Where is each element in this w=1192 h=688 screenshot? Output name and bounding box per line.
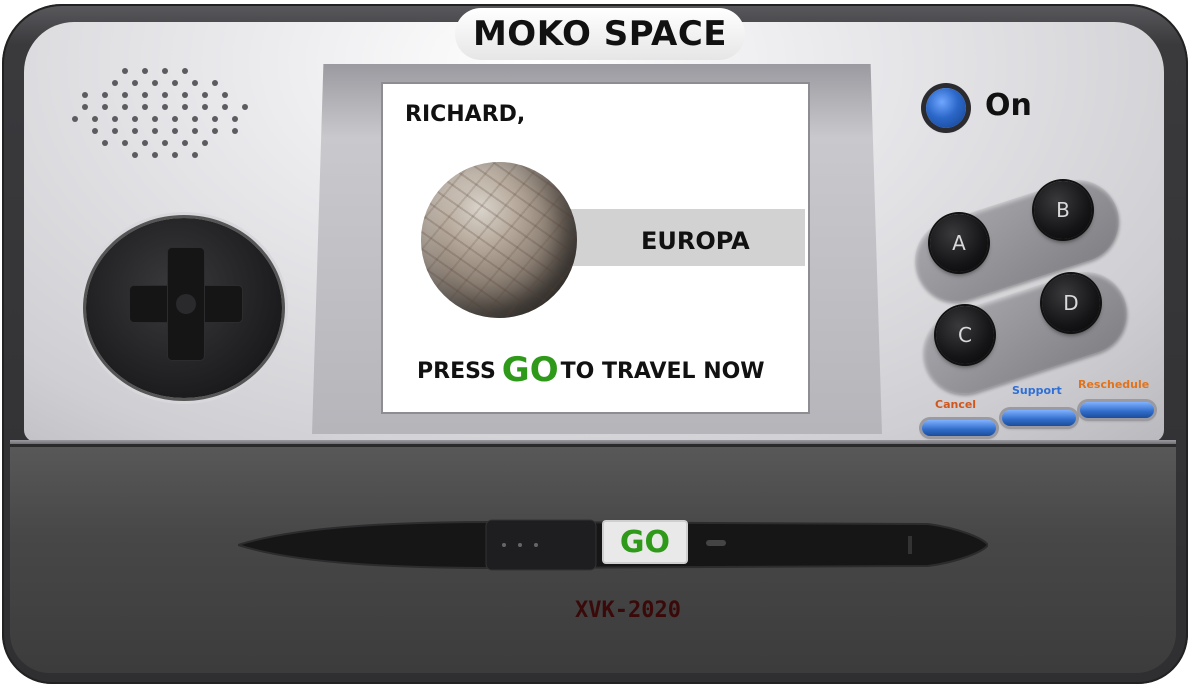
speaker-hole — [132, 152, 138, 158]
travel-prompt: PRESS GOTO TRAVEL NOW — [417, 350, 765, 390]
speaker-hole — [142, 92, 148, 98]
speaker-hole — [102, 140, 108, 146]
speaker-hole — [182, 104, 188, 110]
power-button[interactable] — [926, 88, 966, 128]
speaker-hole — [152, 80, 158, 86]
speaker-hole — [142, 68, 148, 74]
speaker-hole — [152, 152, 158, 158]
speaker-hole — [202, 104, 208, 110]
speaker-hole — [122, 140, 128, 146]
speaker-hole — [162, 104, 168, 110]
speaker-hole — [172, 128, 178, 134]
speaker-grille-icon — [72, 68, 262, 164]
speaker-hole — [192, 128, 198, 134]
speaker-hole — [232, 128, 238, 134]
power-label: On — [985, 88, 1032, 123]
speaker-hole — [192, 80, 198, 86]
speaker-hole — [82, 104, 88, 110]
speaker-hole — [102, 92, 108, 98]
support-button[interactable] — [1002, 410, 1076, 426]
speaker-hole — [162, 68, 168, 74]
europa-planet-icon — [421, 162, 577, 318]
brand-title: MOKO SPACE — [472, 14, 728, 54]
speaker-hole — [122, 92, 128, 98]
c-button[interactable]: C — [936, 306, 994, 364]
speaker-hole — [222, 92, 228, 98]
model-code: XVK-2020 — [575, 598, 681, 623]
reschedule-label: Reschedule — [1078, 378, 1150, 391]
dpad-icon[interactable] — [130, 248, 242, 360]
speaker-hole — [202, 92, 208, 98]
speaker-hole — [182, 92, 188, 98]
greeting-text: RICHARD, — [405, 102, 526, 127]
speaker-hole — [162, 92, 168, 98]
speaker-hole — [112, 116, 118, 122]
speaker-hole — [212, 116, 218, 122]
prompt-rest: TO TRAVEL NOW — [560, 359, 765, 384]
speaker-hole — [232, 116, 238, 122]
speaker-hole — [192, 152, 198, 158]
speaker-hole — [142, 104, 148, 110]
brand-plate: MOKO SPACE — [455, 8, 745, 60]
speaker-hole — [192, 116, 198, 122]
speaker-hole — [122, 68, 128, 74]
speaker-hole — [132, 116, 138, 122]
speaker-hole — [72, 116, 78, 122]
speaker-hole — [132, 128, 138, 134]
cancel-label: Cancel — [935, 398, 977, 411]
speaker-hole — [182, 68, 188, 74]
speaker-hole — [152, 116, 158, 122]
speaker-hole — [172, 80, 178, 86]
speaker-hole — [172, 152, 178, 158]
speaker-hole — [222, 104, 228, 110]
speaker-hole — [172, 116, 178, 122]
cancel-button[interactable] — [922, 420, 996, 436]
support-label: Support — [1012, 384, 1062, 397]
speaker-hole — [82, 92, 88, 98]
speaker-hole — [182, 140, 188, 146]
screen: RICHARD, EUROPA PRESS GOTO TRAVEL NOW — [383, 84, 808, 412]
prompt-press: PRESS — [417, 359, 496, 384]
a-button[interactable]: A — [930, 214, 988, 272]
speaker-hole — [242, 104, 248, 110]
d-button[interactable]: D — [1042, 274, 1100, 332]
speaker-hole — [102, 104, 108, 110]
reschedule-button[interactable] — [1080, 402, 1154, 418]
speaker-hole — [132, 80, 138, 86]
speaker-hole — [142, 140, 148, 146]
speaker-hole — [122, 104, 128, 110]
prompt-go: GO — [501, 350, 559, 390]
speaker-hole — [212, 128, 218, 134]
speaker-hole — [112, 128, 118, 134]
speaker-hole — [92, 116, 98, 122]
speaker-hole — [202, 140, 208, 146]
go-button[interactable]: GO — [604, 522, 686, 562]
speaker-hole — [162, 140, 168, 146]
speaker-hole — [212, 80, 218, 86]
speaker-hole — [112, 80, 118, 86]
speaker-hole — [92, 128, 98, 134]
dpad-center — [176, 294, 196, 314]
b-button[interactable]: B — [1034, 181, 1092, 239]
destination-text: EUROPA — [641, 227, 750, 255]
speaker-hole — [152, 128, 158, 134]
